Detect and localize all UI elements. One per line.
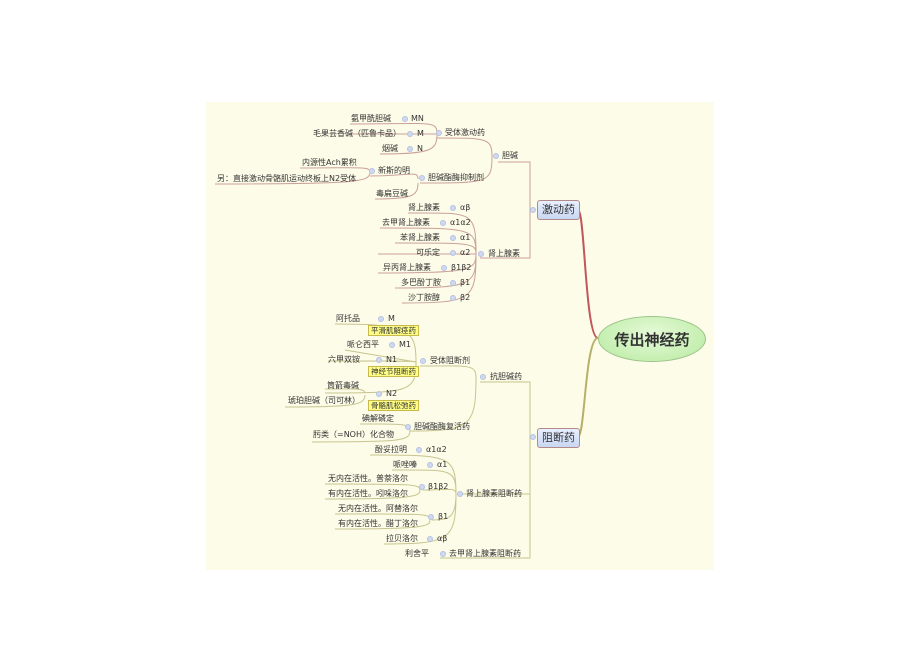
- target-node[interactable]: N1: [386, 355, 397, 365]
- collapse-icon[interactable]: [405, 424, 411, 430]
- drug-node[interactable]: 烟碱: [382, 144, 398, 154]
- target-node[interactable]: β1: [438, 512, 448, 522]
- drug-node[interactable]: 六甲双铵: [328, 355, 360, 365]
- collapse-icon[interactable]: [450, 250, 456, 256]
- collapse-icon[interactable]: [450, 280, 456, 286]
- target-node[interactable]: N2: [386, 389, 397, 399]
- collapse-icon[interactable]: [428, 514, 434, 520]
- target-node[interactable]: αβ: [460, 203, 470, 213]
- node-ache-inhibitors[interactable]: 胆碱酯酶抑制剂: [428, 173, 484, 183]
- collapse-icon[interactable]: [457, 491, 463, 497]
- drug-node[interactable]: 毒扁豆碱: [376, 189, 408, 199]
- collapse-icon[interactable]: [419, 175, 425, 181]
- drug-node[interactable]: 毛果芸香碱（匹鲁卡品）: [313, 129, 401, 139]
- root-node[interactable]: 传出神经药: [598, 316, 706, 362]
- drug-node[interactable]: 多巴酚丁胺: [401, 278, 441, 288]
- collapse-icon[interactable]: [402, 116, 408, 122]
- drug-node[interactable]: 可乐定: [416, 248, 440, 258]
- drug-node[interactable]: 有内在活性。醋丁洛尔: [338, 519, 418, 529]
- collapse-icon[interactable]: [416, 447, 422, 453]
- collapse-icon[interactable]: [530, 207, 536, 213]
- drug-node[interactable]: 琥珀胆碱（司可林）: [288, 396, 360, 406]
- target-node[interactable]: α1α2: [450, 218, 471, 228]
- drug-node[interactable]: 阿托品: [336, 314, 360, 324]
- root-label: 传出神经药: [614, 330, 690, 349]
- node-neostigmine[interactable]: 新斯的明: [378, 166, 410, 176]
- collapse-icon[interactable]: [478, 251, 484, 257]
- drug-node[interactable]: 肟类（=NOH）化合物: [313, 430, 394, 440]
- branch-blocker-label: 阻断药: [542, 431, 575, 444]
- node-anticholinergic[interactable]: 抗胆碱药: [490, 372, 522, 382]
- target-node[interactable]: α1: [460, 233, 470, 243]
- target-node[interactable]: α2: [460, 248, 470, 258]
- drug-node[interactable]: 肾上腺素: [408, 203, 440, 213]
- collapse-icon[interactable]: [369, 168, 375, 174]
- drug-node[interactable]: 氨甲酰胆碱: [351, 114, 391, 124]
- drug-node[interactable]: 酚妥拉明: [375, 445, 407, 455]
- branch-blocker[interactable]: 阻断药: [537, 428, 580, 448]
- collapse-icon[interactable]: [530, 434, 536, 440]
- branch-agonist-label: 激动药: [542, 203, 575, 216]
- link-root-agonist: [577, 209, 599, 339]
- node-adrenergic-blockers[interactable]: 肾上腺素阻断药: [466, 489, 522, 499]
- drug-node[interactable]: 碘解磷定: [362, 414, 394, 424]
- drug-node[interactable]: 苯肾上腺素: [400, 233, 440, 243]
- collapse-icon[interactable]: [440, 551, 446, 557]
- collapse-icon[interactable]: [436, 130, 442, 136]
- collapse-icon[interactable]: [441, 265, 447, 271]
- note-node[interactable]: 另：直接激动骨骼肌运动终板上N2受体: [217, 174, 356, 184]
- collapse-icon[interactable]: [407, 131, 413, 137]
- target-node[interactable]: β2: [460, 293, 470, 303]
- node-receptor-agonists[interactable]: 受体激动药: [445, 128, 485, 138]
- drug-node[interactable]: 沙丁胺醇: [408, 293, 440, 303]
- collapse-icon[interactable]: [378, 316, 384, 322]
- collapse-icon[interactable]: [450, 205, 456, 211]
- category-label: 平滑肌解痉药: [368, 325, 419, 336]
- target-node[interactable]: α1α2: [426, 445, 447, 455]
- target-node[interactable]: MN: [411, 114, 424, 124]
- drug-node[interactable]: 无内在活性。阿替洛尔: [338, 504, 418, 514]
- collapse-icon[interactable]: [440, 220, 446, 226]
- node-adrenergic[interactable]: 肾上腺素: [488, 249, 520, 259]
- collapse-icon[interactable]: [450, 235, 456, 241]
- collapse-icon[interactable]: [427, 462, 433, 468]
- collapse-icon[interactable]: [376, 357, 382, 363]
- collapse-icon[interactable]: [407, 146, 413, 152]
- link-root-blocker: [577, 337, 599, 438]
- collapse-icon[interactable]: [419, 484, 425, 490]
- node-cholinergic[interactable]: 胆碱: [502, 151, 518, 161]
- drug-node[interactable]: 去甲肾上腺素: [382, 218, 430, 228]
- target-node[interactable]: α1: [437, 460, 447, 470]
- collapse-icon[interactable]: [493, 153, 499, 159]
- node-receptor-blockers[interactable]: 受体阻断剂: [430, 356, 470, 366]
- collapse-icon[interactable]: [427, 536, 433, 542]
- drug-node[interactable]: 哌唑嗪: [393, 460, 417, 470]
- drug-node[interactable]: 哌仑西平: [347, 340, 379, 350]
- note-node[interactable]: 内源性Ach累积: [302, 158, 357, 168]
- collapse-icon[interactable]: [450, 295, 456, 301]
- collapse-icon[interactable]: [480, 374, 486, 380]
- target-node[interactable]: M1: [399, 340, 411, 350]
- target-node[interactable]: N: [417, 144, 423, 154]
- node-ache-reactivators[interactable]: 胆碱酯酶复活药: [414, 422, 470, 432]
- drug-node[interactable]: 有内在活性。吲哚洛尔: [328, 489, 408, 499]
- target-node[interactable]: β1β2: [428, 482, 448, 492]
- drug-node[interactable]: 筒箭毒碱: [327, 381, 359, 391]
- target-node[interactable]: β1: [460, 278, 470, 288]
- drug-node[interactable]: 利舍平: [405, 549, 429, 559]
- category-label: 神经节阻断药: [368, 366, 419, 377]
- target-node[interactable]: αβ: [437, 534, 447, 544]
- node-ne-blocker[interactable]: 去甲肾上腺素阻断药: [449, 549, 521, 559]
- collapse-icon[interactable]: [420, 358, 426, 364]
- drug-node[interactable]: 拉贝洛尔: [386, 534, 418, 544]
- drug-node[interactable]: 无内在活性。普萘洛尔: [328, 474, 408, 484]
- drug-node[interactable]: 异丙肾上腺素: [383, 263, 431, 273]
- collapse-icon[interactable]: [389, 342, 395, 348]
- category-label: 骨骼肌松弛药: [368, 400, 419, 411]
- branch-agonist[interactable]: 激动药: [537, 200, 580, 220]
- target-node[interactable]: M: [417, 129, 424, 139]
- target-node[interactable]: M: [388, 314, 395, 324]
- collapse-icon[interactable]: [376, 391, 382, 397]
- target-node[interactable]: β1β2: [451, 263, 471, 273]
